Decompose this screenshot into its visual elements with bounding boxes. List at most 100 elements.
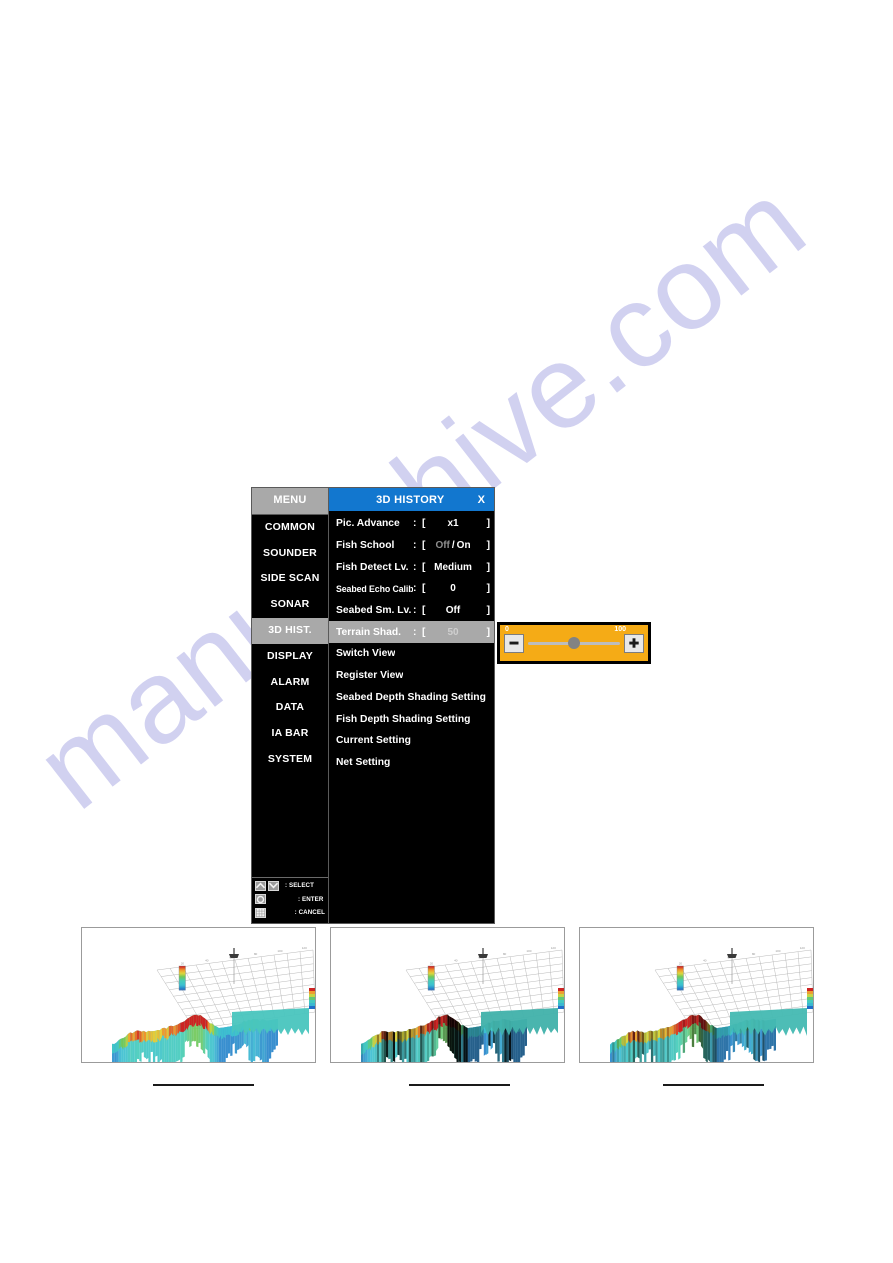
slider-track-area[interactable] <box>528 634 620 653</box>
menu-row-pic-advance[interactable]: Pic. Advance:[x1] <box>329 513 494 535</box>
depth-colorbar <box>427 965 435 991</box>
menu-row-colon: : <box>413 561 417 573</box>
svg-text:80: 80 <box>254 952 258 956</box>
legend-label-enter: : ENTER <box>298 895 324 903</box>
legend-keys-cancel <box>255 907 278 918</box>
menu-row-seabed-sm-lv[interactable]: Seabed Sm. Lv.:[Off] <box>329 600 494 622</box>
menu-row-label: Seabed Sm. Lv. <box>336 605 412 617</box>
menu-row-value[interactable]: Off <box>428 605 478 616</box>
menu-row-switch-view[interactable]: Switch View <box>329 643 494 665</box>
menu-row-colon: : <box>413 626 417 638</box>
menu-row-label: Seabed Depth Shading Setting <box>336 691 486 703</box>
toggle-option-on[interactable]: On <box>457 540 471 551</box>
legend-keys-enter <box>255 894 281 905</box>
chevron-down-icon[interactable] <box>268 880 279 891</box>
slider-body: 0 100 <box>500 625 648 661</box>
menu-row-colon: : <box>413 605 417 617</box>
svg-text:120: 120 <box>800 946 805 950</box>
menu-row-colon: : <box>413 540 417 552</box>
menu-row-bracket-right: ] <box>486 626 490 638</box>
svg-text:40: 40 <box>703 958 707 962</box>
menu-row-label: Seabed Echo Calib. <box>336 583 413 594</box>
menu-row-value[interactable]: Off / On <box>428 540 478 551</box>
terrain-render: 20406080100120 <box>580 928 813 1062</box>
side-legend <box>558 988 564 1009</box>
menu-row-value[interactable]: 50 <box>428 627 478 638</box>
chevron-up-icon[interactable] <box>255 880 266 891</box>
panel-item-list: Pic. Advance:[x1] Fish School:[Off / On] Fis… <box>329 511 494 773</box>
menu-row-fish-depth-shading-setting[interactable]: Fish Depth Shading Setting <box>329 708 494 730</box>
3d-terrain-thumbnail-1: 20406080100120 <box>81 927 316 1063</box>
side-legend <box>807 988 813 1009</box>
menu-row-label: Switch View <box>336 648 396 660</box>
menu-header-button[interactable]: MENU <box>252 488 328 515</box>
sidebar-item-alarm[interactable]: ALARM <box>252 669 328 696</box>
menu-row-bracket-right: ] <box>486 583 490 595</box>
menu-row-bracket-right: ] <box>486 561 490 573</box>
sidebar-item-system[interactable]: SYSTEM <box>252 746 328 773</box>
menu-nav-spacer <box>252 773 328 877</box>
menu-row-fish-detect-lv[interactable]: Fish Detect Lv.:[Medium] <box>329 556 494 578</box>
legend-label-cancel: : CANCEL <box>294 909 325 917</box>
close-icon[interactable]: X <box>478 494 494 506</box>
svg-text:20: 20 <box>181 962 185 966</box>
legend-label-select: : SELECT <box>285 882 314 890</box>
plus-icon[interactable] <box>624 633 644 653</box>
caption-rule-1 <box>153 1084 254 1086</box>
circle-button-icon[interactable] <box>255 894 266 905</box>
legend-row-enter: : ENTER <box>255 893 325 906</box>
sidebar-item-sonar[interactable]: SONAR <box>252 592 328 618</box>
menu-row-colon: : <box>413 583 417 595</box>
sidebar-item-data[interactable]: DATA <box>252 695 328 722</box>
menu-row-bracket-right: ] <box>486 605 490 617</box>
caption-rule-2 <box>409 1084 510 1086</box>
minus-icon[interactable] <box>504 633 524 653</box>
toggle-option-off[interactable]: Off <box>435 540 449 551</box>
legend-row-select: : SELECT <box>255 880 325 893</box>
menu-row-fish-school[interactable]: Fish School:[Off / On] <box>329 535 494 557</box>
menu-row-label: Current Setting <box>336 735 411 747</box>
menu-row-label: Register View <box>336 670 404 682</box>
caption-rule-3 <box>663 1084 764 1086</box>
sidebar-item-common[interactable]: COMMON <box>252 514 328 541</box>
menu-content-panel: 3D HISTORY X Pic. Advance:[x1] Fish Schoo… <box>329 487 495 924</box>
key-legend: : SELECT : ENTER: CANCEL <box>252 876 328 923</box>
menu-nav-list: COMMON SOUNDER SIDE SCAN SONAR 3D HIST. DISPL… <box>252 514 328 773</box>
menu-row-label: Pic. Advance <box>336 518 400 530</box>
menu-row-label: Fish School <box>336 540 395 552</box>
menu-row-value[interactable]: Medium <box>428 562 478 573</box>
sidebar-item-display[interactable]: DISPLAY <box>252 643 328 670</box>
depth-colorbar <box>676 965 684 991</box>
sidebar-item-sounder[interactable]: SOUNDER <box>252 540 328 567</box>
3d-terrain-thumbnail-3: 20406080100120 <box>579 927 814 1063</box>
menu-row-seabed-depth-shading-setting[interactable]: Seabed Depth Shading Setting <box>329 687 494 709</box>
sidebar-item-ia-bar[interactable]: IA BAR <box>252 721 328 747</box>
menu-nav-column: MENU COMMON SOUNDER SIDE SCAN SONAR 3D HIST.… <box>251 487 329 924</box>
menu-row-value[interactable]: 0 <box>428 583 478 594</box>
svg-text:20: 20 <box>679 962 683 966</box>
slider-min-label: 0 <box>505 626 509 633</box>
slider-knob[interactable] <box>568 637 580 649</box>
menu-row-label: Net Setting <box>336 756 391 768</box>
menu-row-net-setting[interactable]: Net Setting <box>329 752 494 774</box>
sidebar-item-side-scan[interactable]: SIDE SCAN <box>252 566 328 593</box>
menu-row-terrain-shad[interactable]: Terrain Shad.:[50] <box>329 621 494 644</box>
svg-text:100: 100 <box>277 949 282 953</box>
menu-row-colon: : <box>413 518 417 530</box>
side-legend <box>309 988 315 1009</box>
menu-row-current-setting[interactable]: Current Setting <box>329 730 494 752</box>
svg-text:100: 100 <box>526 949 531 953</box>
menu-row-bracket-right: ] <box>486 518 490 530</box>
menu-row-register-view[interactable]: Register View <box>329 665 494 687</box>
svg-text:120: 120 <box>302 946 307 950</box>
menu-row-label: Terrain Shad. <box>336 626 402 638</box>
menu-row-bracket-right: ] <box>486 540 490 552</box>
terrain-render: 20406080100120 <box>82 928 315 1062</box>
depth-colorbar <box>178 965 186 991</box>
page-title: 3D HISTORY <box>376 493 445 506</box>
sidebar-item-3d-hist[interactable]: 3D HIST. <box>252 617 328 644</box>
menu-row-value[interactable]: x1 <box>428 518 478 529</box>
menu-row-seabed-echo-calib[interactable]: Seabed Echo Calib.:[0] <box>329 578 494 600</box>
grid-keypad-icon[interactable] <box>255 907 266 918</box>
terrain-shading-slider-popup[interactable]: 0 100 <box>497 622 651 664</box>
